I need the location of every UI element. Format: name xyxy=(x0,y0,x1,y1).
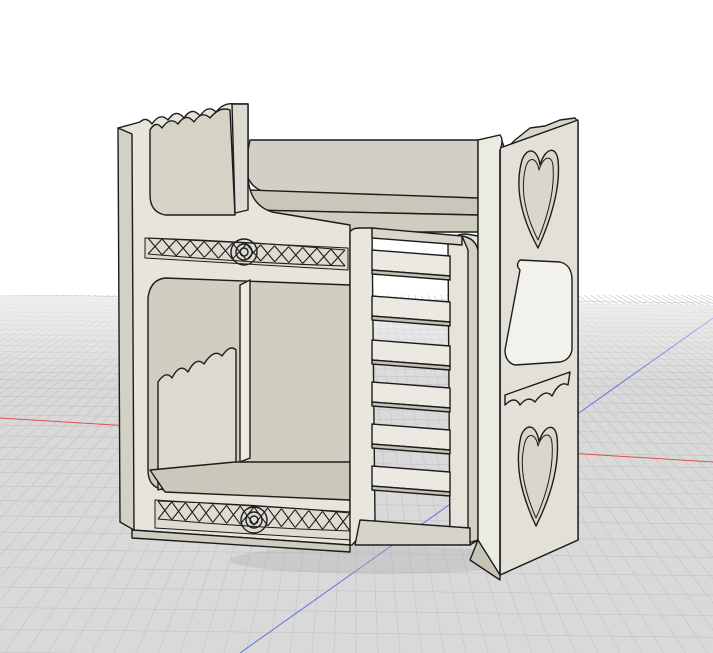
3d-viewport[interactable] xyxy=(0,0,713,653)
ladder-left-post[interactable] xyxy=(349,227,376,546)
bunk-bed-model[interactable] xyxy=(117,102,579,581)
viewport-canvas[interactable] xyxy=(0,0,713,653)
